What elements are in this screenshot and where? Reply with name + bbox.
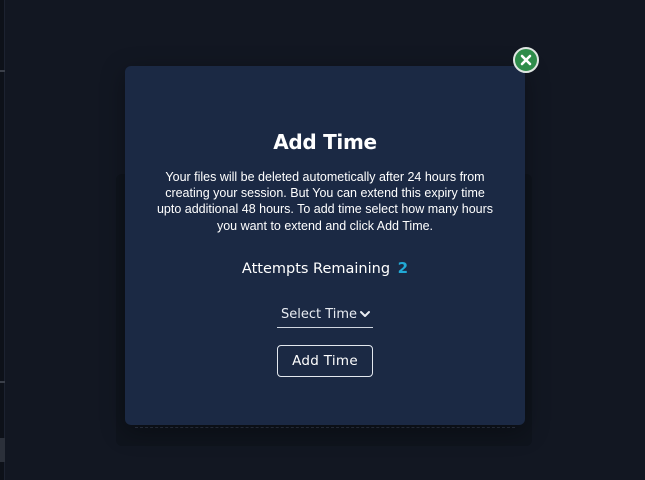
app-screen: Add Time Your files will be deleted auto… — [0, 0, 645, 480]
modal-title: Add Time — [273, 130, 377, 154]
modal-description: Your files will be deleted autometically… — [156, 170, 494, 233]
sidebar-marker — [0, 381, 5, 383]
time-select[interactable]: Select Time — [277, 301, 373, 328]
add-time-button[interactable]: Add Time — [277, 345, 373, 377]
close-button[interactable] — [513, 47, 539, 73]
chevron-down-icon — [360, 311, 370, 317]
sidebar-rail — [0, 0, 5, 480]
time-select-value: Select Time — [281, 306, 357, 322]
background-divider — [135, 427, 515, 428]
attempts-count: 2 — [397, 259, 409, 277]
add-time-modal: Add Time Your files will be deleted auto… — [125, 66, 525, 425]
attempts-label: Attempts Remaining — [241, 261, 391, 277]
close-icon — [520, 54, 532, 66]
sidebar-marker — [0, 70, 5, 72]
attempts-remaining: Attempts Remaining 2 — [125, 259, 525, 277]
sidebar-marker — [0, 438, 5, 462]
